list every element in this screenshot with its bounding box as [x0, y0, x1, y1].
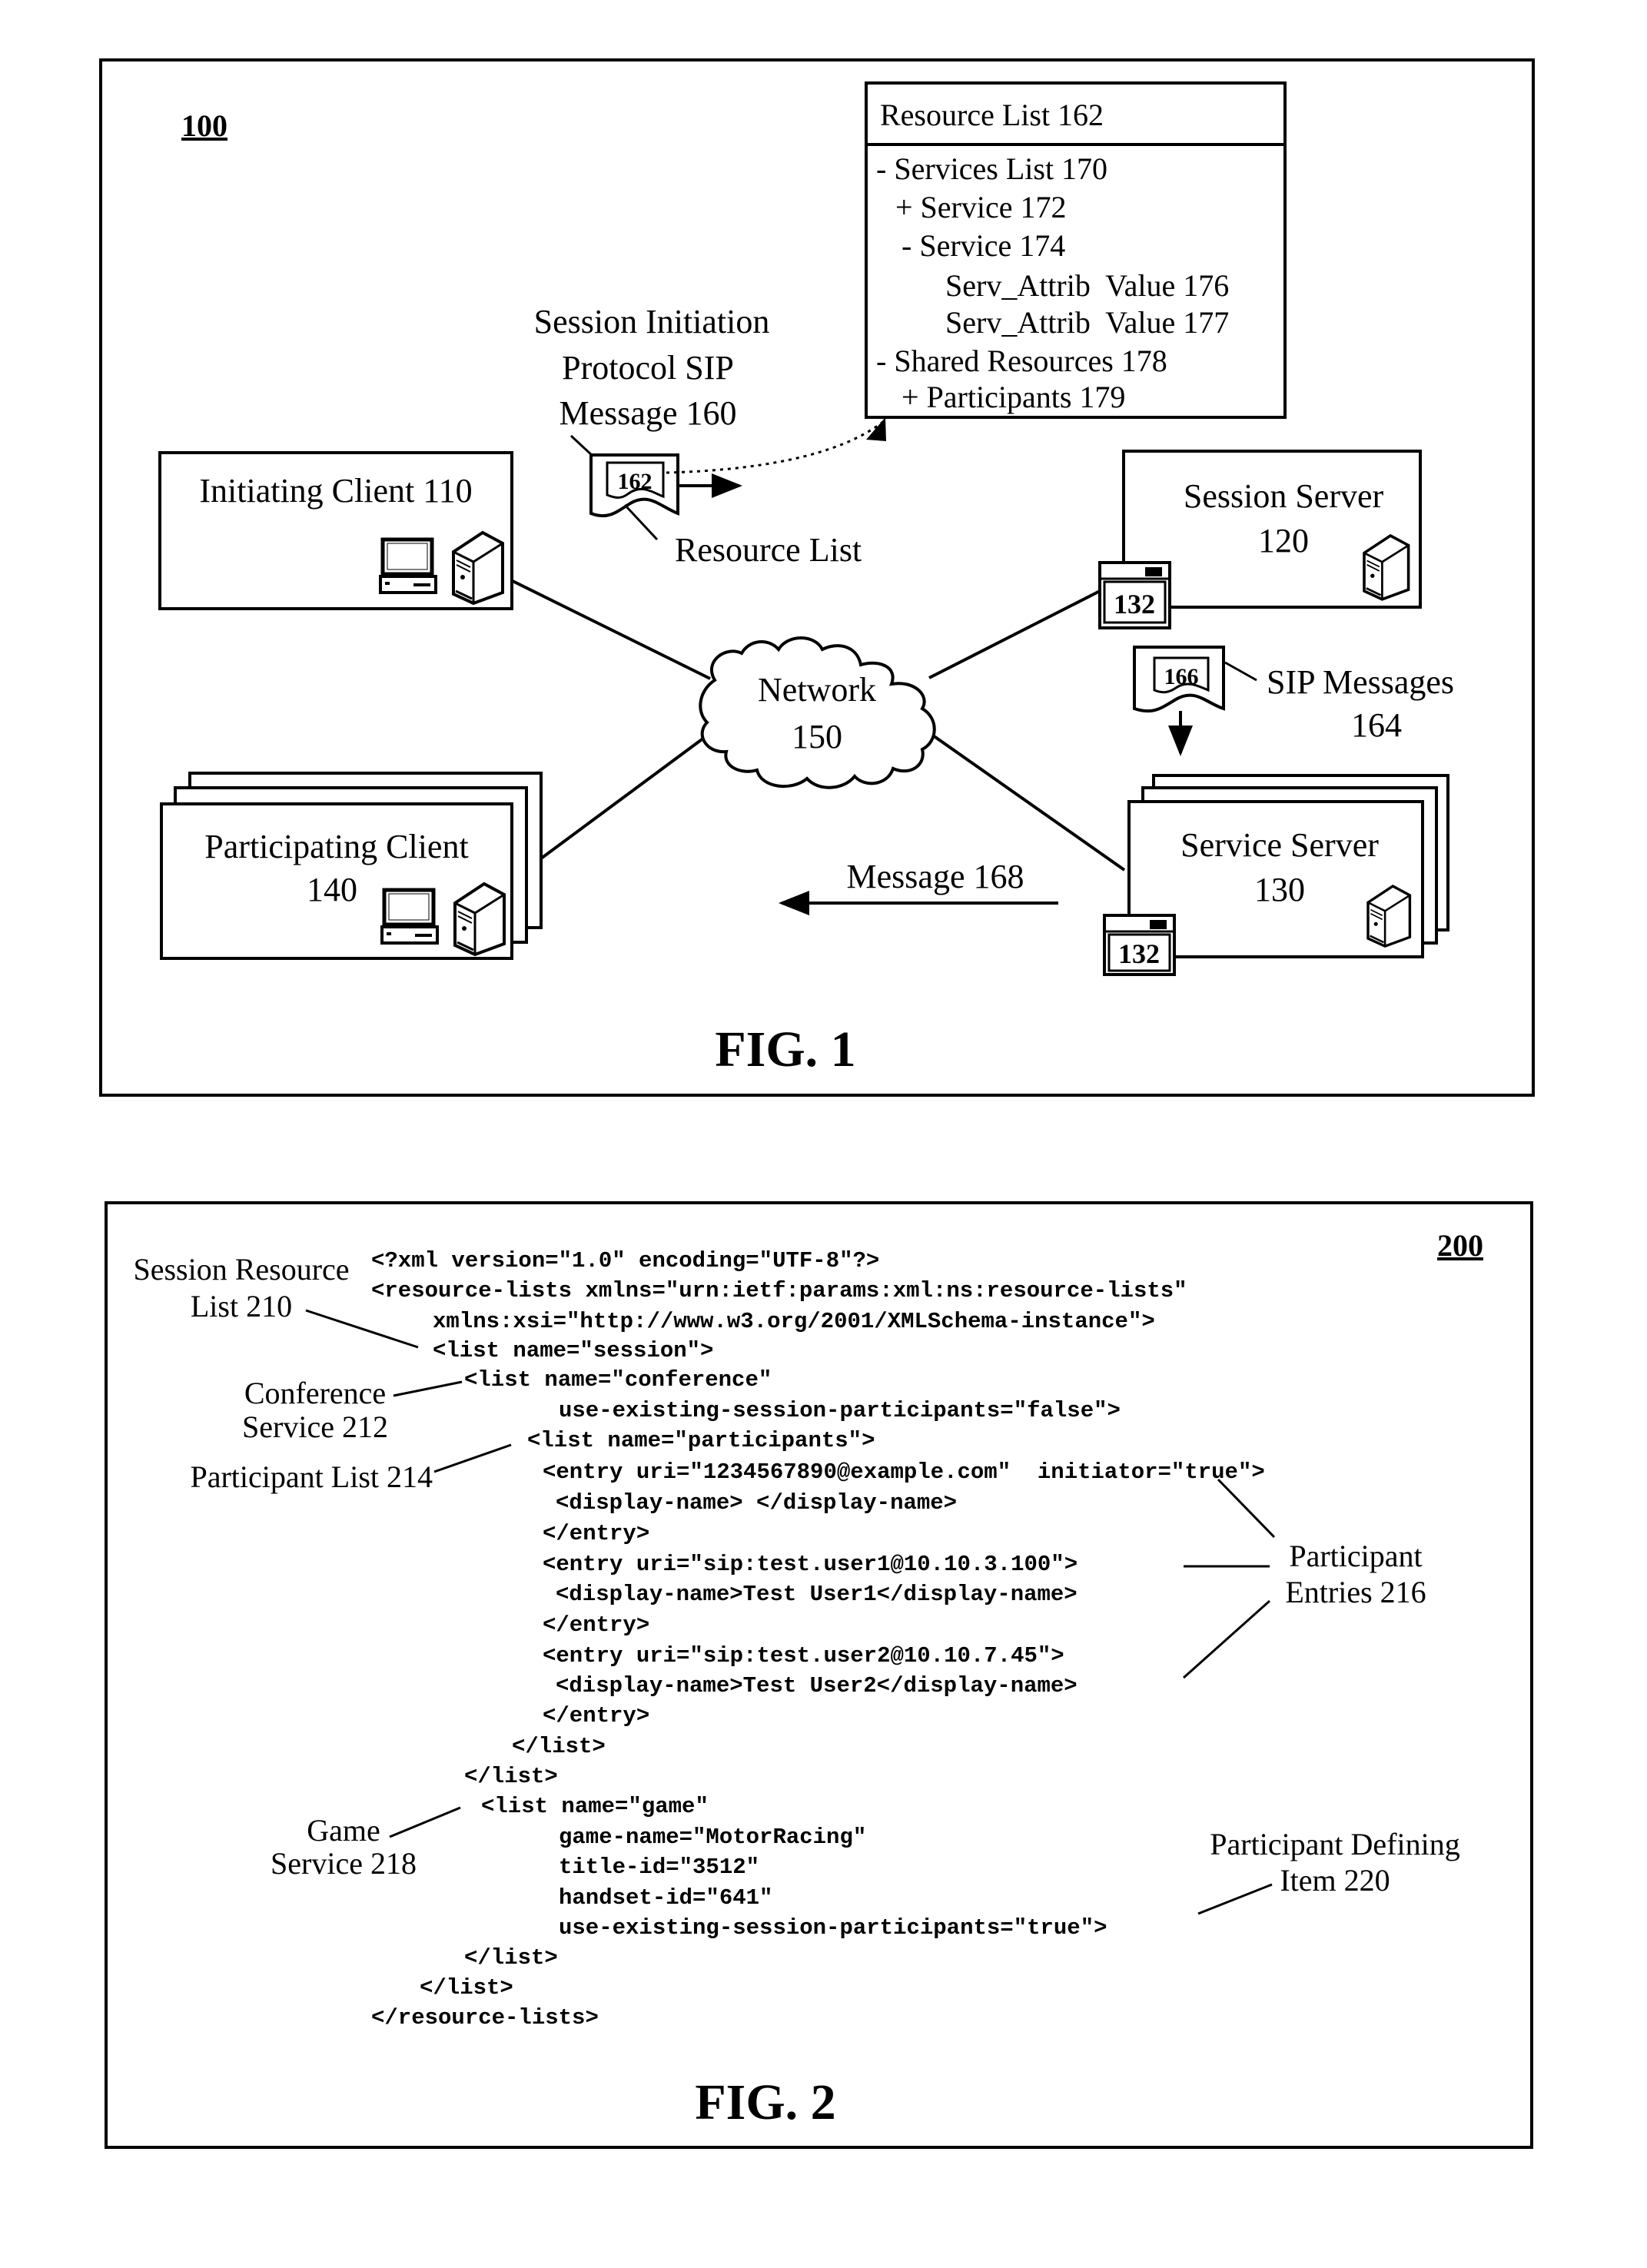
- annotation-label: Entries 216: [1285, 1575, 1426, 1609]
- code-line: <entry uri="sip:test.user2@10.10.7.45">: [543, 1643, 1064, 1669]
- code-line: </list>: [512, 1734, 606, 1759]
- initiating-client-110: Initiating Client 110: [158, 451, 513, 610]
- participating-client-140: Participating Client 140: [160, 772, 543, 960]
- initiating-client-label: Initiating Client 110: [199, 472, 472, 510]
- annotation-label: Game: [307, 1813, 380, 1848]
- annotation-label: Conference: [244, 1376, 386, 1410]
- network-label-line: 150: [792, 718, 842, 755]
- message-168: Message 168: [779, 858, 1058, 915]
- resource-list-row: + Service 172: [895, 190, 1067, 224]
- annotation-conference-service-212: Conference Service 212: [242, 1376, 463, 1444]
- document-ref-166: 166: [1164, 664, 1199, 689]
- resource-list-row: - Shared Resources 178: [876, 344, 1167, 378]
- code-line: </list>: [420, 1975, 513, 2001]
- annotation-participant-defining-item-220: Participant Defining Item 220: [1197, 1827, 1460, 1915]
- annotation-label: Participant List 214: [190, 1459, 433, 1494]
- service-server-label-line: Service Server: [1180, 826, 1379, 864]
- sip-messages-164: 166 SIP Messages 164: [1133, 646, 1454, 756]
- service-server-label-line: 130: [1254, 871, 1305, 908]
- resource-list-title: Resource List 162: [880, 98, 1104, 132]
- code-line: <display-name>Test User1</display-name>: [556, 1582, 1078, 1607]
- sip-messages-label-line: SIP Messages: [1267, 663, 1454, 701]
- message-168-label: Message 168: [847, 858, 1024, 895]
- code-line: title-id="3512": [559, 1855, 759, 1880]
- resource-list-162-box: Resource List 162 - Services List 170 + …: [865, 81, 1287, 419]
- resource-list-pointer-label: Resource List: [675, 531, 862, 569]
- sip-message-label-line: Protocol SIP: [562, 349, 734, 387]
- resource-list-row: Serv_Attrib Value 177: [945, 305, 1229, 340]
- fig1-reference-number: 100: [181, 108, 227, 143]
- desktop-computer-icon: [380, 540, 436, 593]
- code-line: </list>: [464, 1764, 558, 1789]
- code-line: </entry>: [543, 1521, 649, 1546]
- code-line: <?xml version="1.0" encoding="UTF-8"?>: [371, 1248, 879, 1273]
- network-150-cloud: Network 150: [699, 636, 936, 789]
- annotation-label: Session Resource: [133, 1252, 349, 1287]
- patent-drawing-sheet: 100 Resource List 162 - Services List 17…: [99, 58, 1535, 2149]
- participating-client-label-line: Participating Client: [204, 828, 468, 865]
- code-line: </resource-lists>: [371, 2005, 599, 2031]
- annotation-label: Service 212: [242, 1410, 388, 1444]
- leader-line: [623, 503, 659, 541]
- participating-client-label-line: 140: [307, 871, 357, 908]
- annotation-game-service-218: Game Service 218: [271, 1806, 461, 1881]
- code-line: use-existing-session-participants="true"…: [559, 1915, 1107, 1941]
- fig2-caption: FIG. 2: [695, 2074, 835, 2130]
- leader-line: [569, 434, 595, 458]
- annotation-participant-entries-216: Participant Entries 216: [1183, 1478, 1426, 1679]
- fig1-caption: FIG. 1: [715, 1021, 855, 1078]
- annotation-label: Participant: [1289, 1539, 1422, 1573]
- annotation-participant-list-214: Participant List 214: [190, 1443, 512, 1494]
- network-label-line: Network: [758, 671, 876, 709]
- application-window-widget-132: 132: [1103, 914, 1176, 976]
- code-line: </list>: [464, 1945, 558, 1971]
- code-line: </entry>: [543, 1703, 649, 1728]
- annotation-label: List 210: [191, 1289, 292, 1323]
- code-line: <list name="participants">: [527, 1428, 875, 1453]
- code-line: <list name="session">: [433, 1338, 713, 1363]
- code-line: </entry>: [543, 1612, 649, 1638]
- code-line: <list name="conference": [464, 1367, 772, 1393]
- desktop-computer-icon: [382, 890, 437, 943]
- resource-list-row: + Participants 179: [902, 380, 1125, 414]
- resource-list-row: - Service 174: [902, 228, 1065, 263]
- sip-messages-label-line: 164: [1351, 706, 1402, 744]
- code-line: <display-name> </display-name>: [556, 1490, 957, 1516]
- session-server-label-line: 120: [1258, 522, 1309, 560]
- code-line: xmlns:xsi="http://www.w3.org/2001/XMLSch…: [433, 1309, 1155, 1334]
- document-ref-162: 162: [618, 469, 652, 494]
- annotation-label: Item 220: [1280, 1863, 1390, 1898]
- sip-message-label-line: Session Initiation: [534, 303, 770, 340]
- session-server-120: Session Server 120 132: [1098, 450, 1422, 629]
- code-line: handset-id="641": [559, 1885, 772, 1911]
- code-line: <list name="game": [481, 1794, 709, 1819]
- widget-ref-132: 132: [1118, 938, 1160, 969]
- xml-code-listing: <?xml version="1.0" encoding="UTF-8"?> <…: [371, 1248, 1265, 2031]
- widget-ref-132: 132: [1114, 589, 1155, 619]
- annotation-label: Participant Defining: [1210, 1827, 1459, 1861]
- annotation-label: Service 218: [271, 1846, 417, 1881]
- leader-line: [1224, 661, 1257, 682]
- fig2-reference-number: 200: [1437, 1228, 1483, 1263]
- resource-list-row: Serv_Attrib Value 176: [945, 268, 1229, 303]
- sip-message-label-line: Message 160: [560, 394, 737, 432]
- code-line: <display-name>Test User2</display-name>: [556, 1673, 1078, 1699]
- session-server-label-line: Session Server: [1184, 477, 1384, 515]
- code-line: <resource-lists xmlns="urn:ietf:params:x…: [371, 1278, 1187, 1303]
- code-line: use-existing-session-participants="false…: [559, 1398, 1121, 1423]
- resource-list-row: - Services List 170: [876, 151, 1107, 186]
- code-line: <entry uri="sip:test.user1@10.10.3.100">: [543, 1552, 1078, 1577]
- sip-message-160: Session Initiation Protocol SIP Message …: [534, 303, 886, 569]
- application-window-widget-132: 132: [1098, 561, 1171, 629]
- code-line: <entry uri="1234567890@example.com" init…: [543, 1459, 1265, 1485]
- service-server-130: Service Server 130 132: [1103, 774, 1449, 976]
- code-line: game-name="MotorRacing": [559, 1825, 866, 1850]
